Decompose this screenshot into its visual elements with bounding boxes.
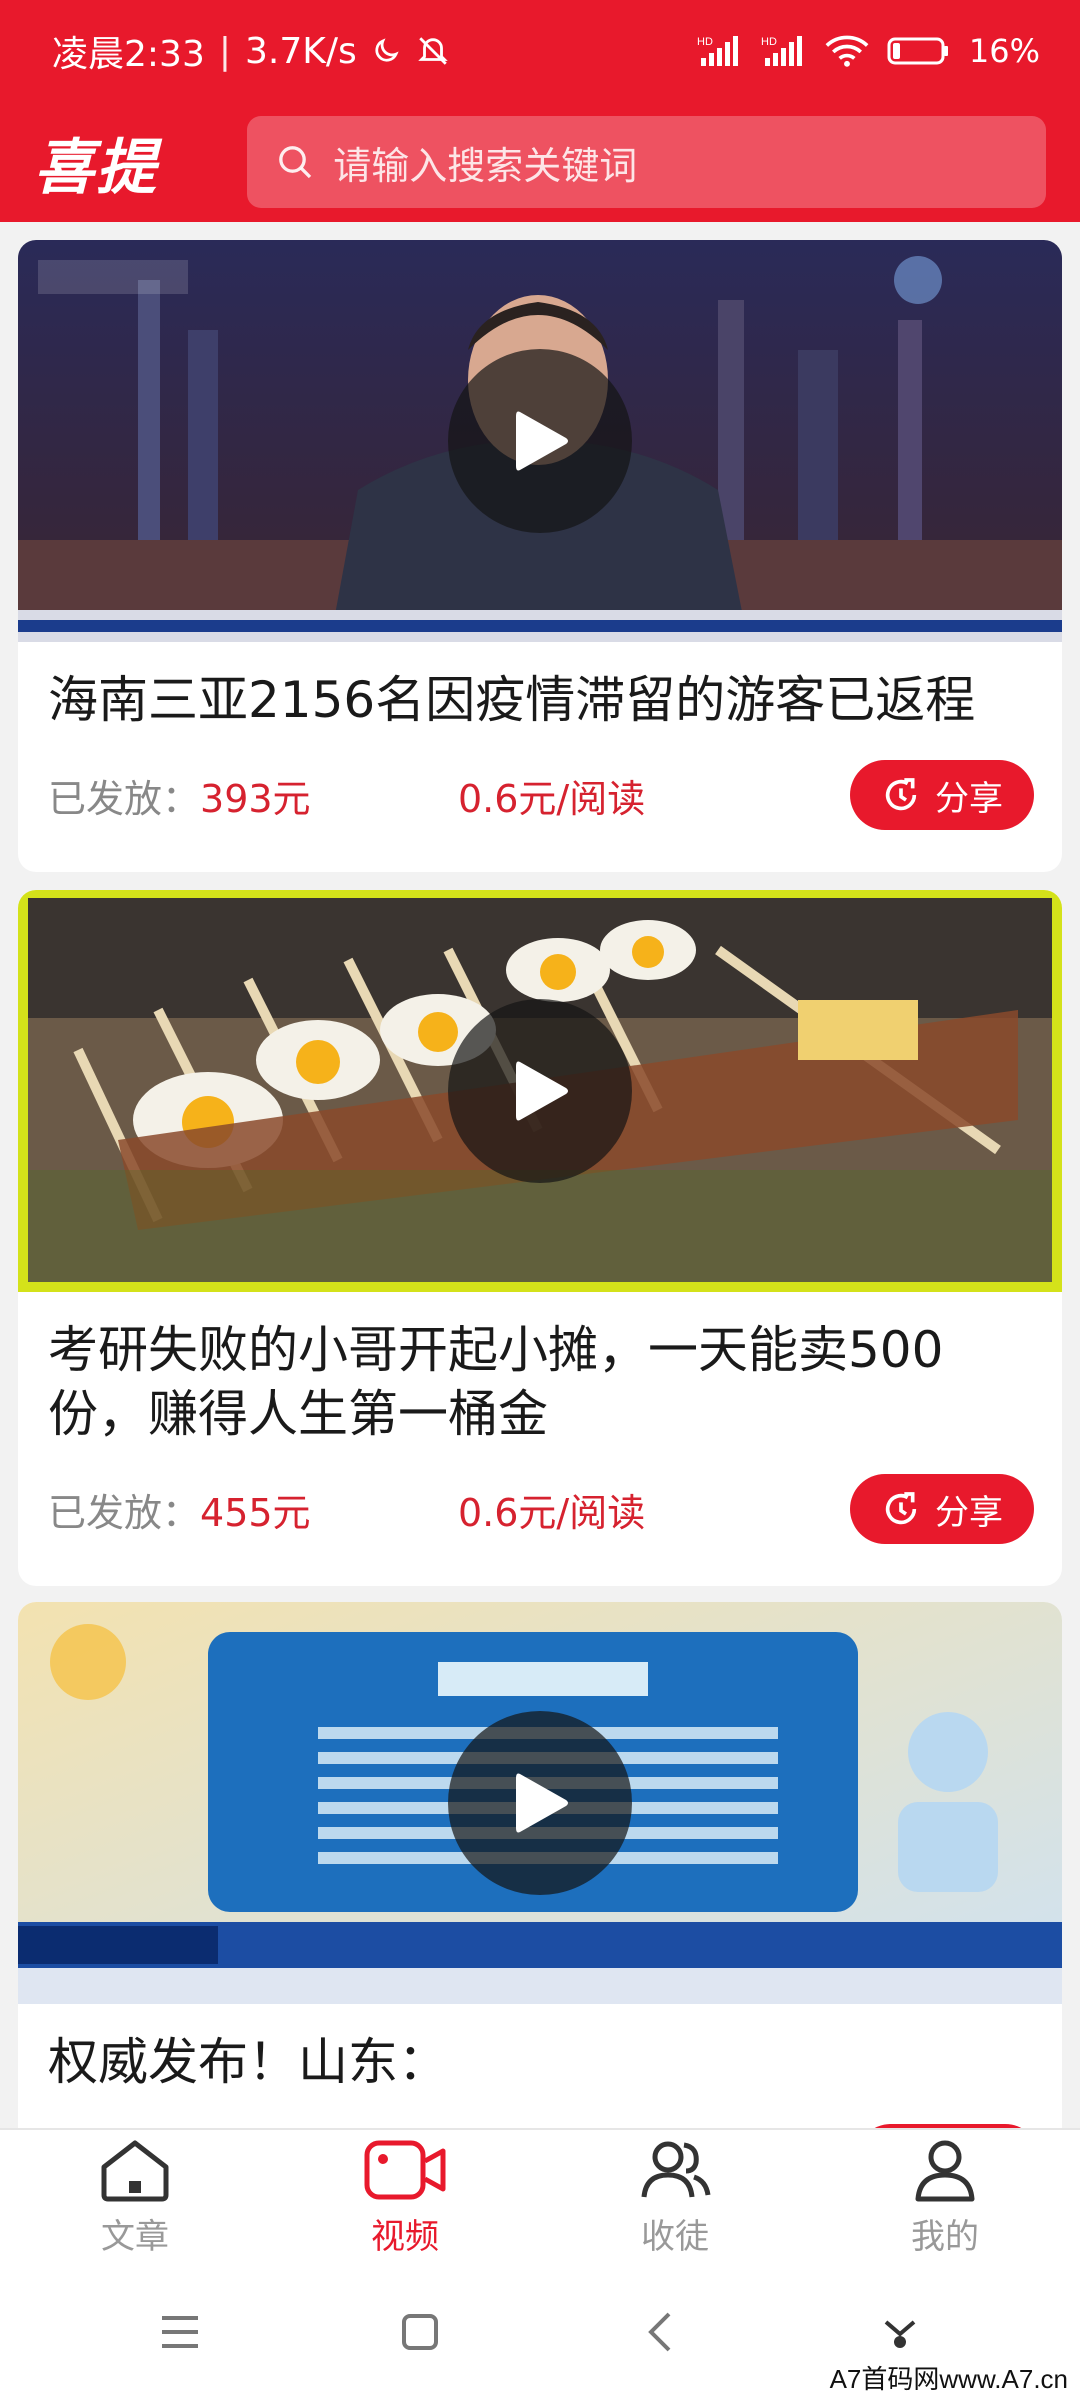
tab-label: 我的 (911, 2216, 979, 2257)
wifi-icon (825, 34, 869, 68)
play-button[interactable] (448, 1711, 632, 1895)
assistant-button[interactable] (780, 2312, 1020, 2352)
video-title[interactable]: 考研失败的小哥开起小摊，一天能卖500份，赚得人生第一桶金 (18, 1292, 1062, 1446)
search-placeholder: 请输入搜索关键词 (333, 143, 638, 188)
bottom-tab-bar: 文章 视频 收徒 我的 (0, 2128, 1080, 2264)
video-title[interactable]: 权威发布！山东： (18, 2004, 1062, 2094)
video-thumbnail[interactable] (18, 890, 1062, 1292)
svg-text:HD: HD (761, 36, 777, 48)
play-button[interactable] (448, 349, 632, 533)
back-button[interactable] (540, 2310, 780, 2354)
video-title[interactable]: 海南三亚2156名因疫情滞留的游客已返程 (18, 642, 1062, 732)
hd-signal-icon: HD (697, 34, 743, 68)
search-input[interactable]: 请输入搜索关键词 (247, 116, 1046, 208)
card-meta: 已发放： 393元 0.6元/阅读 分享 (48, 760, 1034, 830)
share-icon (885, 778, 917, 811)
share-label: 分享 (935, 778, 1003, 819)
menu-icon (162, 2316, 198, 2348)
watermark: A7首码网www.A7.cn (823, 2357, 1074, 2398)
hd-signal-icon: HD (761, 34, 807, 68)
tab-label: 文章 (101, 2216, 169, 2257)
share-icon (885, 1492, 917, 1525)
tab-articles[interactable]: 文章 (0, 2130, 270, 2264)
video-icon (364, 2140, 446, 2199)
tab-apprentice[interactable]: 收徒 (540, 2130, 810, 2264)
back-icon (648, 2312, 671, 2352)
svg-text:HD: HD (697, 36, 713, 48)
tab-mine[interactable]: 我的 (810, 2130, 1080, 2264)
home-nav-button[interactable] (300, 2312, 540, 2352)
play-icon (516, 1061, 568, 1121)
reward-rate: 0.6元/阅读 (458, 776, 646, 821)
video-thumbnail[interactable] (18, 240, 1062, 642)
status-time: 凌晨2:33 (52, 34, 205, 75)
play-icon (516, 411, 568, 471)
video-thumbnail[interactable] (18, 1602, 1062, 2004)
share-button[interactable]: 分享 (850, 1474, 1034, 1544)
battery-icon (887, 36, 951, 66)
published-label: 已发放： (48, 1490, 201, 1535)
video-card[interactable]: 海南三亚2156名因疫情滞留的游客已返程 已发放： 393元 0.6元/阅读 分… (18, 240, 1062, 872)
home-icon (101, 2140, 169, 2201)
video-card[interactable]: 考研失败的小哥开起小摊，一天能卖500份，赚得人生第一桶金 已发放： 455元 … (18, 890, 1062, 1586)
tab-videos[interactable]: 视频 (270, 2130, 540, 2264)
search-icon (275, 142, 315, 182)
assistant-icon (884, 2320, 916, 2348)
battery-level: 16% (968, 32, 1040, 70)
app-logo: 喜提 (34, 132, 158, 203)
share-button[interactable]: 分享 (850, 760, 1034, 830)
app-header: 喜提 请输入搜索关键词 (0, 102, 1080, 222)
share-label: 分享 (935, 1492, 1003, 1533)
play-icon (516, 1773, 568, 1833)
moon-icon (371, 36, 401, 66)
mute-icon (415, 34, 451, 68)
video-feed[interactable]: 海南三亚2156名因疫情滞留的游客已返程 已发放： 393元 0.6元/阅读 分… (0, 222, 1080, 2128)
published-amount: 455元 (200, 1490, 311, 1535)
video-card[interactable]: 权威发布！山东： (18, 1602, 1062, 2128)
play-button[interactable] (448, 999, 632, 1183)
card-meta: 已发放： 455元 0.6元/阅读 分享 (48, 1474, 1034, 1544)
tab-label: 视频 (371, 2216, 439, 2257)
menu-button[interactable] (60, 2312, 300, 2352)
published-amount: 393元 (200, 776, 311, 821)
status-bar: 凌晨2:33 | 3.7K/s HD HD 16% (0, 0, 1080, 102)
person-icon (915, 2140, 975, 2201)
users-icon (641, 2141, 711, 2197)
status-divider: | (218, 30, 231, 72)
published-label: 已发放： (48, 776, 201, 821)
reward-rate: 0.6元/阅读 (458, 1490, 646, 1535)
net-speed: 3.7K/s (244, 30, 357, 72)
square-icon (402, 2314, 438, 2350)
tab-label: 收徒 (641, 2216, 709, 2257)
